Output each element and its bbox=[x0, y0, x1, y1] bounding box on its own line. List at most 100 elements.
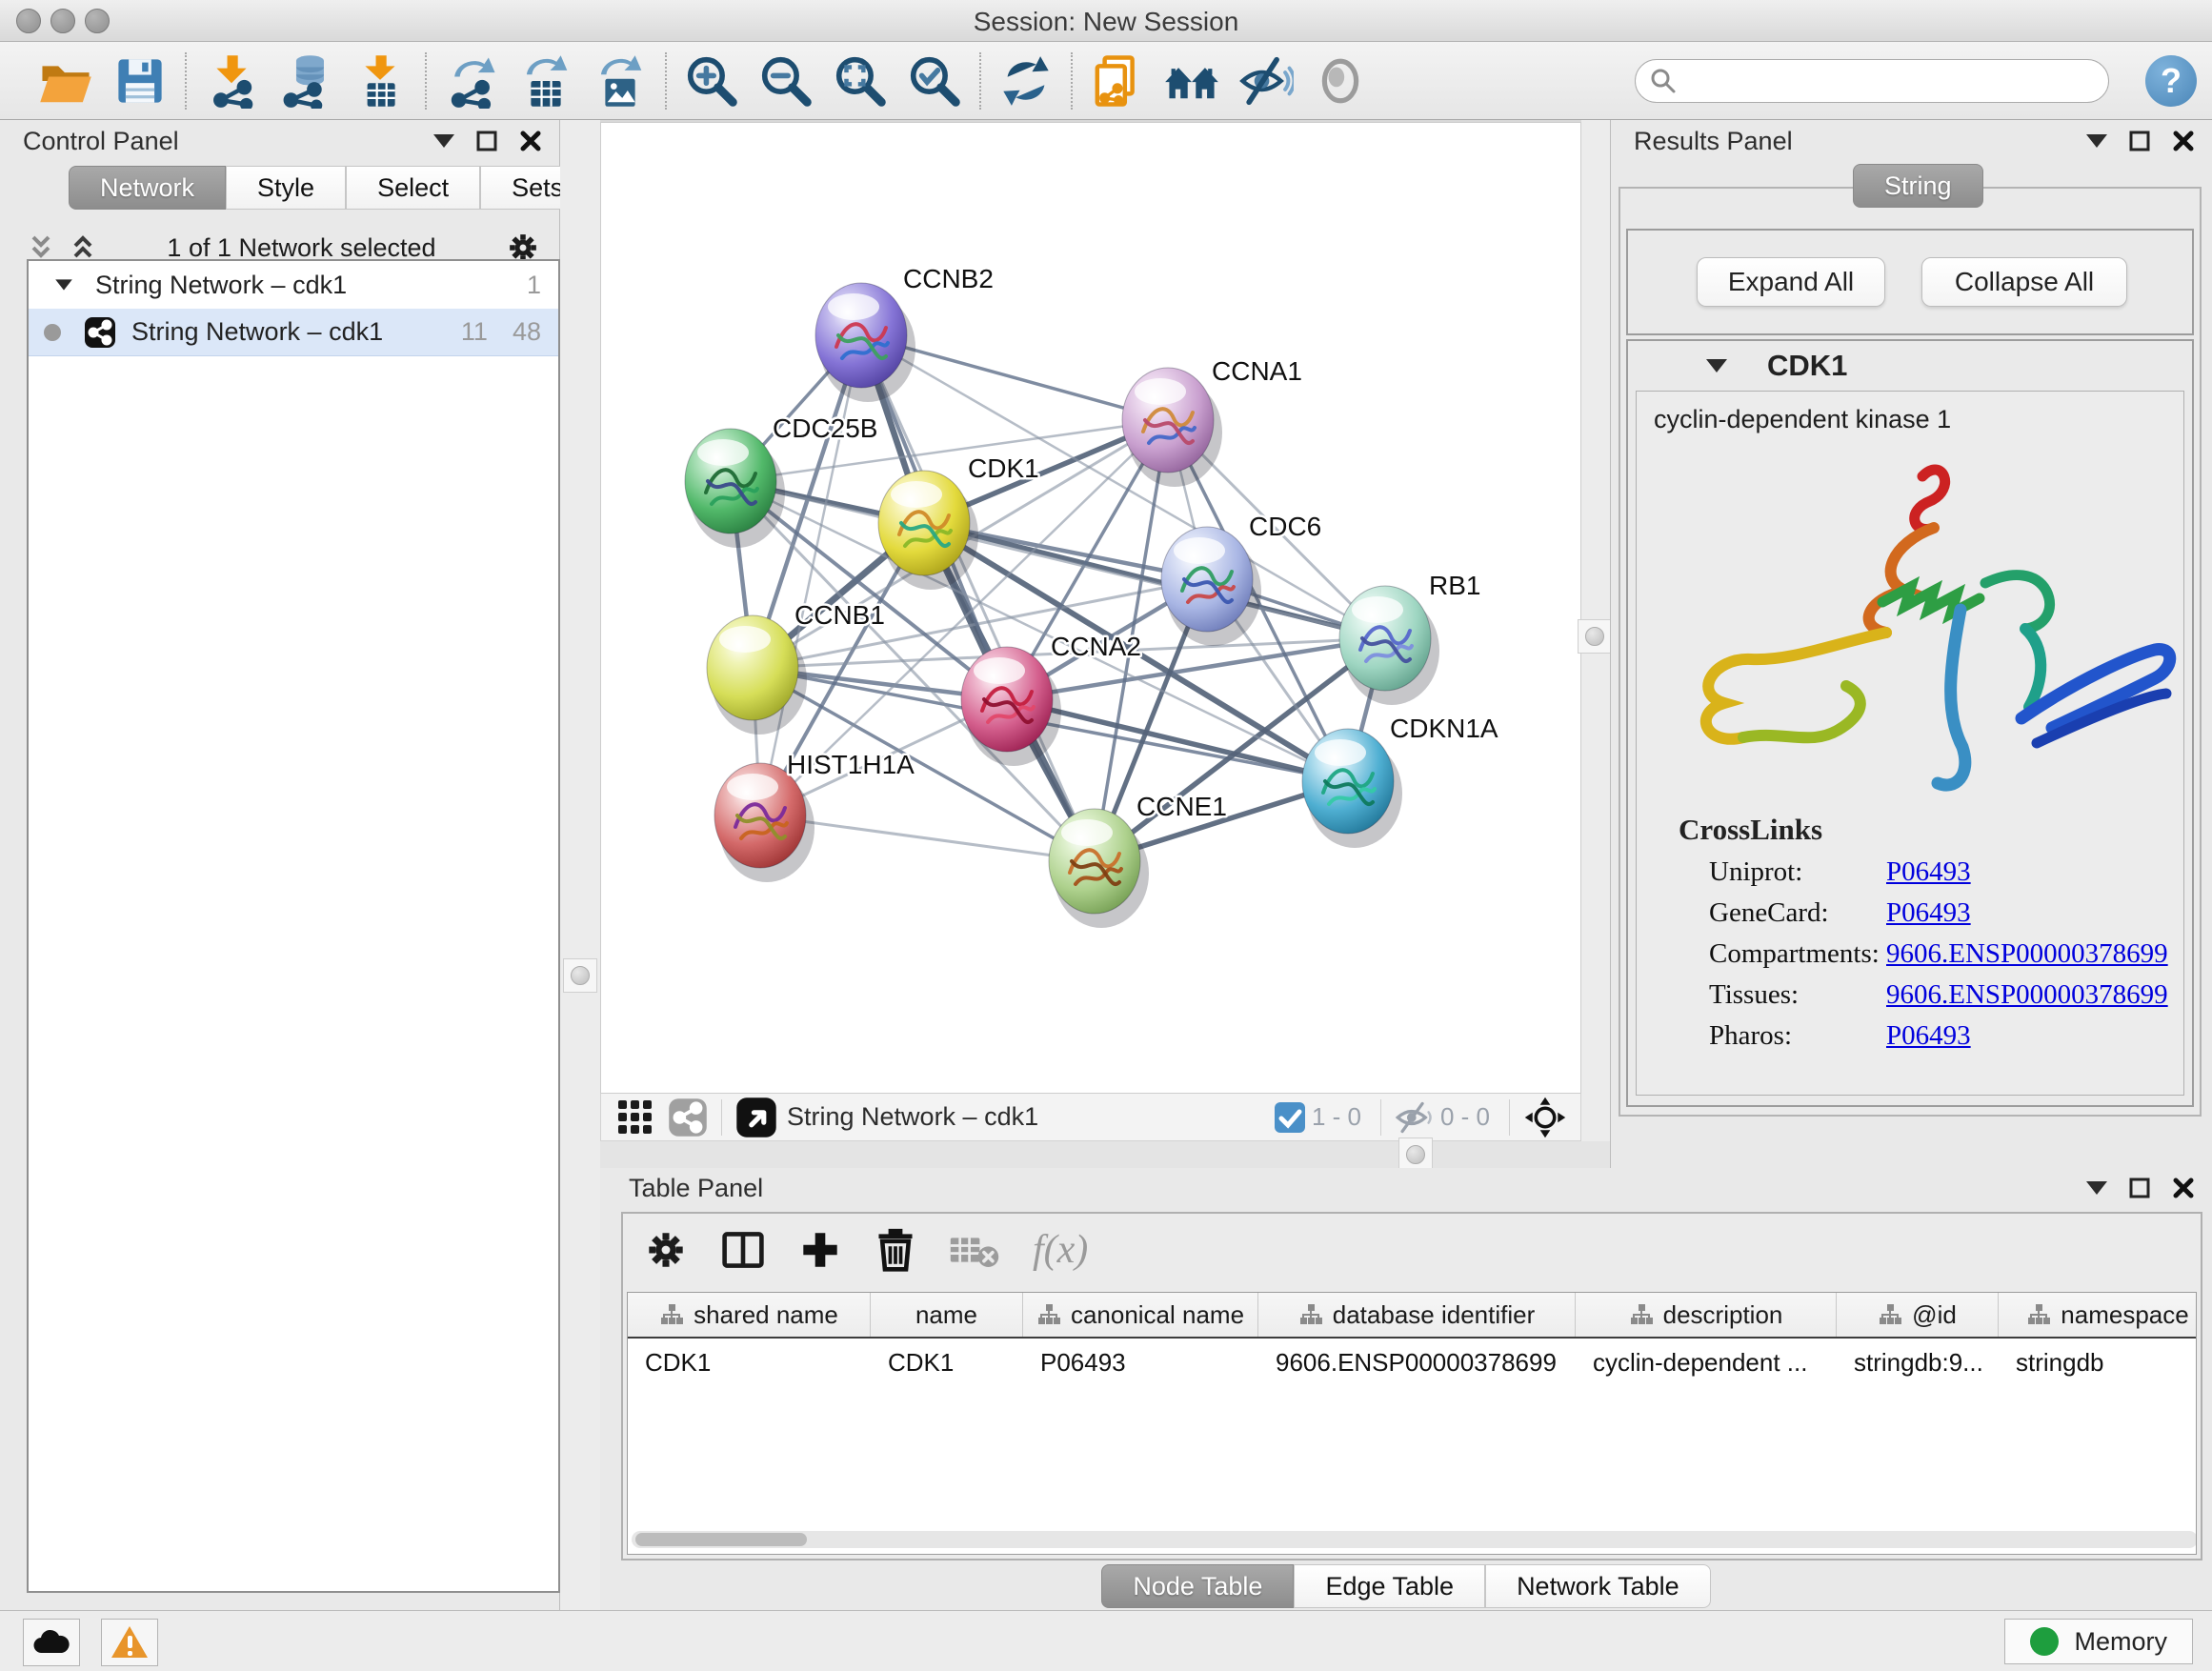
open-in-window-icon[interactable] bbox=[735, 1097, 777, 1138]
network-node-CCNB2[interactable] bbox=[815, 283, 915, 402]
network-node-HIST1H1A[interactable] bbox=[714, 763, 814, 882]
first-neighbors-button[interactable] bbox=[1155, 48, 1229, 114]
close-panel-icon[interactable] bbox=[519, 130, 542, 152]
scrollbar-thumb[interactable] bbox=[635, 1533, 807, 1546]
help-button[interactable]: ? bbox=[2145, 55, 2197, 107]
network-node-CDC6[interactable] bbox=[1161, 527, 1261, 646]
selected-checkbox-icon[interactable] bbox=[1274, 1101, 1306, 1134]
float-panel-icon[interactable] bbox=[475, 130, 498, 152]
network-node-CDK1[interactable] bbox=[878, 471, 978, 590]
splitter-handle[interactable] bbox=[563, 958, 597, 993]
network-edge-CCNB2-CCNE1[interactable] bbox=[861, 335, 1095, 861]
birds-eye-view-icon[interactable] bbox=[1523, 1096, 1567, 1139]
network-node-CCNE1[interactable] bbox=[1049, 809, 1149, 928]
tab-edge-table[interactable]: Edge Table bbox=[1294, 1564, 1485, 1608]
clone-network-button[interactable] bbox=[1080, 48, 1155, 114]
close-panel-icon[interactable] bbox=[2172, 1177, 2195, 1199]
column-header-shared-name[interactable]: shared name bbox=[628, 1293, 871, 1337]
save-session-button[interactable] bbox=[103, 48, 177, 114]
delete-column-trash-icon[interactable] bbox=[875, 1227, 916, 1273]
collapse-all-tree-icon[interactable] bbox=[69, 233, 97, 262]
show-all-button[interactable] bbox=[1303, 48, 1377, 114]
column-header-name[interactable]: name bbox=[871, 1293, 1023, 1337]
network-edge-CCNB2-HIST1H1A[interactable] bbox=[760, 335, 861, 815]
zoom-in-button[interactable] bbox=[674, 48, 749, 114]
crosslink-link[interactable]: 9606.ENSP00000378699 bbox=[1886, 979, 2168, 1011]
network-node-CCNA2[interactable] bbox=[961, 647, 1061, 766]
network-row[interactable]: String Network – cdk1 11 48 bbox=[29, 309, 558, 356]
import-network-database-button[interactable] bbox=[269, 48, 343, 114]
panel-menu-icon[interactable] bbox=[433, 134, 454, 148]
right-splitter[interactable] bbox=[1581, 120, 1610, 1141]
table-cell[interactable]: stringdb bbox=[1999, 1339, 2197, 1386]
table-cell[interactable]: CDK1 bbox=[628, 1339, 871, 1386]
export-image-button[interactable] bbox=[583, 48, 657, 114]
crosslink-link[interactable]: 9606.ENSP00000378699 bbox=[1886, 938, 2168, 970]
expand-all-button[interactable]: Expand All bbox=[1697, 257, 1885, 307]
close-panel-icon[interactable] bbox=[2172, 130, 2195, 152]
tree-column-icon bbox=[2026, 1302, 2051, 1327]
tab-node-table[interactable]: Node Table bbox=[1101, 1564, 1294, 1608]
column-header-canonical-name[interactable]: canonical name bbox=[1023, 1293, 1258, 1337]
crosslink-link[interactable]: P06493 bbox=[1886, 856, 1971, 888]
grid-view-icon[interactable] bbox=[616, 1098, 654, 1137]
export-network-button[interactable] bbox=[434, 48, 509, 114]
cloud-status-button[interactable] bbox=[23, 1619, 80, 1666]
horizontal-scrollbar[interactable] bbox=[632, 1531, 2197, 1548]
warnings-button[interactable] bbox=[101, 1619, 158, 1666]
import-network-file-button[interactable] bbox=[194, 48, 269, 114]
column-header-@id[interactable]: @id bbox=[1837, 1293, 1999, 1337]
tab-style[interactable]: Style bbox=[226, 166, 346, 210]
fit-content-button[interactable] bbox=[823, 48, 897, 114]
tab-network-table[interactable]: Network Table bbox=[1485, 1564, 1711, 1608]
network-node-CCNA1[interactable] bbox=[1122, 368, 1222, 487]
memory-button[interactable]: Memory bbox=[2004, 1619, 2193, 1664]
network-view-icon[interactable] bbox=[668, 1097, 708, 1137]
crosslink-link[interactable]: P06493 bbox=[1886, 1020, 1971, 1052]
collapse-all-button[interactable]: Collapse All bbox=[1921, 257, 2127, 307]
refresh-layout-button[interactable] bbox=[989, 48, 1063, 114]
column-header-database-identifier[interactable]: database identifier bbox=[1258, 1293, 1576, 1337]
table-cell[interactable]: stringdb:9... bbox=[1837, 1339, 1999, 1386]
export-table-button[interactable] bbox=[509, 48, 583, 114]
panel-menu-icon[interactable] bbox=[2086, 134, 2107, 148]
column-header-description[interactable]: description bbox=[1576, 1293, 1837, 1337]
section-expander-icon[interactable] bbox=[1706, 359, 1727, 372]
network-node-CDKN1A[interactable] bbox=[1302, 729, 1402, 848]
column-header-namespace[interactable]: namespace bbox=[1999, 1293, 2197, 1337]
add-column-icon[interactable] bbox=[798, 1228, 842, 1272]
splitter-handle[interactable] bbox=[1578, 619, 1612, 654]
hide-selected-button[interactable] bbox=[1229, 48, 1303, 114]
zoom-selected-button[interactable] bbox=[897, 48, 972, 114]
left-splitter[interactable] bbox=[560, 120, 600, 1610]
tab-select[interactable]: Select bbox=[346, 166, 480, 210]
zoom-out-button[interactable] bbox=[749, 48, 823, 114]
import-table-file-button[interactable] bbox=[343, 48, 417, 114]
show-columns-icon[interactable] bbox=[720, 1227, 766, 1273]
tab-string[interactable]: String bbox=[1853, 164, 1983, 208]
table-row[interactable]: CDK1CDK1P064939606.ENSP00000378699cyclin… bbox=[628, 1339, 2196, 1386]
table-settings-gear-icon[interactable] bbox=[644, 1228, 688, 1272]
network-node-RB1[interactable] bbox=[1339, 586, 1439, 705]
splitter-handle[interactable] bbox=[1398, 1137, 1433, 1172]
network-node-CDC25B[interactable] bbox=[685, 429, 785, 548]
tab-network[interactable]: Network bbox=[69, 166, 226, 210]
expand-all-tree-icon[interactable] bbox=[27, 233, 55, 262]
search-input[interactable] bbox=[1678, 67, 2078, 96]
gene-header[interactable]: CDK1 bbox=[1628, 341, 2192, 391]
network-canvas[interactable]: CCNB2CCNA1CDC25BCDK1CDC6RB1CCNB1CCNA2CDK… bbox=[600, 122, 1581, 1094]
network-collection-row[interactable]: String Network – cdk1 1 bbox=[29, 261, 558, 309]
float-panel-icon[interactable] bbox=[2128, 130, 2151, 152]
open-session-button[interactable] bbox=[29, 48, 103, 114]
table-cell[interactable]: P06493 bbox=[1023, 1339, 1258, 1386]
control-panel: Control Panel NetworkStyleSelectSets 1 o… bbox=[0, 120, 560, 1610]
table-cell[interactable]: CDK1 bbox=[871, 1339, 1023, 1386]
table-cell[interactable]: 9606.ENSP00000378699 bbox=[1258, 1339, 1576, 1386]
float-panel-icon[interactable] bbox=[2128, 1177, 2151, 1199]
panel-menu-icon[interactable] bbox=[2086, 1181, 2107, 1195]
crosslink-label: Pharos: bbox=[1709, 1020, 1886, 1052]
crosslink-link[interactable]: P06493 bbox=[1886, 897, 1971, 929]
delete-table-icon[interactable] bbox=[949, 1231, 1000, 1269]
table-cell[interactable]: cyclin-dependent ... bbox=[1576, 1339, 1837, 1386]
tree-expander-icon[interactable] bbox=[55, 279, 72, 290]
